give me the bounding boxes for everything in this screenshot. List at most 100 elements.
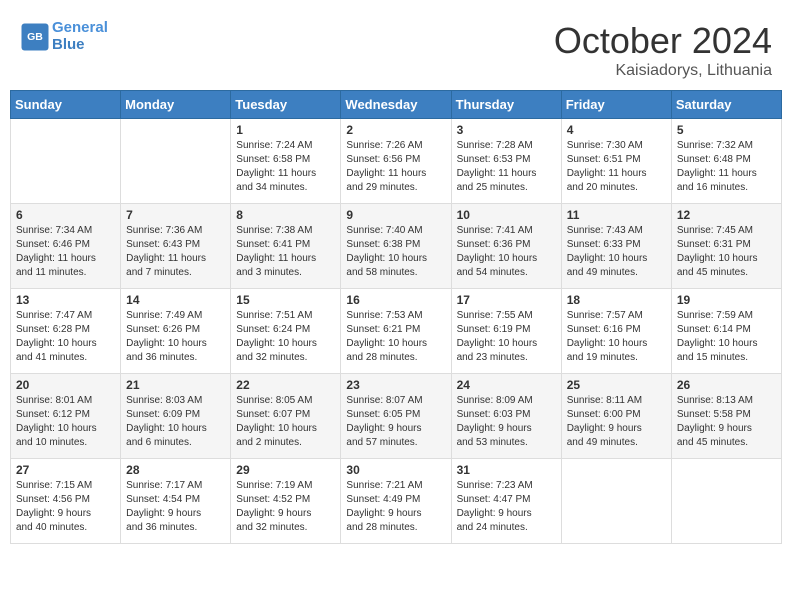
day-content: Sunrise: 7:51 AM Sunset: 6:24 PM Dayligh… [236,309,335,365]
calendar-cell: 7 Sunrise: 7:36 AM Sunset: 6:43 PM Daylig… [121,204,231,289]
day-number: 1 [236,123,335,137]
day-number: 20 [16,378,115,392]
column-header-monday: Monday [121,91,231,119]
day-number: 12 [677,208,776,222]
column-header-sunday: Sunday [11,91,121,119]
day-content: Sunrise: 7:59 AM Sunset: 6:14 PM Dayligh… [677,309,776,365]
day-content: Sunrise: 8:07 AM Sunset: 6:05 PM Dayligh… [346,394,445,450]
calendar-week-row: 1 Sunrise: 7:24 AM Sunset: 6:58 PM Daylig… [11,119,782,204]
calendar-cell: 22 Sunrise: 8:05 AM Sunset: 6:07 PM Dayli… [231,374,341,459]
calendar-cell [671,459,781,544]
day-number: 2 [346,123,445,137]
calendar-cell: 15 Sunrise: 7:51 AM Sunset: 6:24 PM Dayli… [231,289,341,374]
day-number: 7 [126,208,225,222]
day-number: 30 [346,463,445,477]
day-number: 4 [567,123,666,137]
day-content: Sunrise: 7:40 AM Sunset: 6:38 PM Dayligh… [346,224,445,280]
calendar-cell: 23Sunrise: 8:07 AM Sunset: 6:05 PM Dayli… [341,374,451,459]
day-content: Sunrise: 7:32 AM Sunset: 6:48 PM Dayligh… [677,139,776,195]
day-number: 27 [16,463,115,477]
column-header-thursday: Thursday [451,91,561,119]
day-content: Sunrise: 7:19 AM Sunset: 4:52 PM Dayligh… [236,479,335,535]
day-content: Sunrise: 7:34 AM Sunset: 6:46 PM Dayligh… [16,224,115,280]
day-content: Sunrise: 7:41 AM Sunset: 6:36 PM Dayligh… [457,224,556,280]
day-number: 9 [346,208,445,222]
location: Kaisiadorys, Lithuania [554,62,772,80]
logo-line2: Blue [52,37,108,54]
calendar-cell: 5Sunrise: 7:32 AM Sunset: 6:48 PM Daylig… [671,119,781,204]
calendar-cell: 21Sunrise: 8:03 AM Sunset: 6:09 PM Dayli… [121,374,231,459]
column-header-saturday: Saturday [671,91,781,119]
calendar-week-row: 13Sunrise: 7:47 AM Sunset: 6:28 PM Dayli… [11,289,782,374]
day-content: Sunrise: 7:38 AM Sunset: 6:41 PM Dayligh… [236,224,335,280]
day-number: 29 [236,463,335,477]
calendar-cell: 28 Sunrise: 7:17 AM Sunset: 4:54 PM Dayli… [121,459,231,544]
calendar-cell: 8 Sunrise: 7:38 AM Sunset: 6:41 PM Daylig… [231,204,341,289]
calendar-cell: 24 Sunrise: 8:09 AM Sunset: 6:03 PM Dayli… [451,374,561,459]
day-content: Sunrise: 7:24 AM Sunset: 6:58 PM Dayligh… [236,139,335,195]
day-number: 25 [567,378,666,392]
day-content: Sunrise: 8:11 AM Sunset: 6:00 PM Dayligh… [567,394,666,450]
day-content: Sunrise: 7:36 AM Sunset: 6:43 PM Dayligh… [126,224,225,280]
title-area: October 2024 Kaisiadorys, Lithuania [554,20,772,80]
column-header-friday: Friday [561,91,671,119]
calendar-cell: 30Sunrise: 7:21 AM Sunset: 4:49 PM Dayli… [341,459,451,544]
day-number: 16 [346,293,445,307]
day-number: 31 [457,463,556,477]
calendar-cell: 29 Sunrise: 7:19 AM Sunset: 4:52 PM Dayli… [231,459,341,544]
day-number: 24 [457,378,556,392]
calendar-cell: 27Sunrise: 7:15 AM Sunset: 4:56 PM Dayli… [11,459,121,544]
day-number: 17 [457,293,556,307]
day-content: Sunrise: 7:55 AM Sunset: 6:19 PM Dayligh… [457,309,556,365]
day-content: Sunrise: 7:57 AM Sunset: 6:16 PM Dayligh… [567,309,666,365]
calendar-cell: 10 Sunrise: 7:41 AM Sunset: 6:36 PM Dayli… [451,204,561,289]
calendar-cell: 19Sunrise: 7:59 AM Sunset: 6:14 PM Dayli… [671,289,781,374]
calendar-table: SundayMondayTuesdayWednesdayThursdayFrid… [10,90,782,544]
day-number: 6 [16,208,115,222]
day-number: 15 [236,293,335,307]
day-number: 26 [677,378,776,392]
day-number: 21 [126,378,225,392]
calendar-cell: 6 Sunrise: 7:34 AM Sunset: 6:46 PM Daylig… [11,204,121,289]
calendar-cell [11,119,121,204]
column-header-wednesday: Wednesday [341,91,451,119]
calendar-week-row: 6 Sunrise: 7:34 AM Sunset: 6:46 PM Daylig… [11,204,782,289]
logo-line1: General [52,19,108,36]
day-content: Sunrise: 7:49 AM Sunset: 6:26 PM Dayligh… [126,309,225,365]
calendar-cell: 13Sunrise: 7:47 AM Sunset: 6:28 PM Dayli… [11,289,121,374]
svg-text:GB: GB [27,31,43,43]
calendar-cell: 12Sunrise: 7:45 AM Sunset: 6:31 PM Dayli… [671,204,781,289]
day-number: 13 [16,293,115,307]
calendar-cell: 26Sunrise: 8:13 AM Sunset: 5:58 PM Dayli… [671,374,781,459]
day-number: 28 [126,463,225,477]
day-number: 18 [567,293,666,307]
calendar-cell: 2Sunrise: 7:26 AM Sunset: 6:56 PM Daylig… [341,119,451,204]
calendar-cell: 4 Sunrise: 7:30 AM Sunset: 6:51 PM Daylig… [561,119,671,204]
day-content: Sunrise: 7:28 AM Sunset: 6:53 PM Dayligh… [457,139,556,195]
day-content: Sunrise: 7:23 AM Sunset: 4:47 PM Dayligh… [457,479,556,535]
calendar-cell: 25 Sunrise: 8:11 AM Sunset: 6:00 PM Dayli… [561,374,671,459]
day-number: 11 [567,208,666,222]
day-number: 14 [126,293,225,307]
day-content: Sunrise: 7:30 AM Sunset: 6:51 PM Dayligh… [567,139,666,195]
calendar-cell: 20Sunrise: 8:01 AM Sunset: 6:12 PM Dayli… [11,374,121,459]
column-header-tuesday: Tuesday [231,91,341,119]
calendar-cell: 9 Sunrise: 7:40 AM Sunset: 6:38 PM Daylig… [341,204,451,289]
logo: GB General Blue [20,20,108,53]
day-content: Sunrise: 8:09 AM Sunset: 6:03 PM Dayligh… [457,394,556,450]
calendar-header-row: SundayMondayTuesdayWednesdayThursdayFrid… [11,91,782,119]
calendar-week-row: 27Sunrise: 7:15 AM Sunset: 4:56 PM Dayli… [11,459,782,544]
day-content: Sunrise: 7:17 AM Sunset: 4:54 PM Dayligh… [126,479,225,535]
day-number: 8 [236,208,335,222]
calendar-cell: 1 Sunrise: 7:24 AM Sunset: 6:58 PM Daylig… [231,119,341,204]
calendar-cell: 18 Sunrise: 7:57 AM Sunset: 6:16 PM Dayli… [561,289,671,374]
day-number: 3 [457,123,556,137]
calendar-cell: 16Sunrise: 7:53 AM Sunset: 6:21 PM Dayli… [341,289,451,374]
day-number: 22 [236,378,335,392]
calendar-cell: 11 Sunrise: 7:43 AM Sunset: 6:33 PM Dayli… [561,204,671,289]
calendar-cell: 14 Sunrise: 7:49 AM Sunset: 6:26 PM Dayli… [121,289,231,374]
page-header: GB General Blue October 2024 Kaisiadorys… [10,10,782,85]
day-number: 10 [457,208,556,222]
day-content: Sunrise: 7:43 AM Sunset: 6:33 PM Dayligh… [567,224,666,280]
day-content: Sunrise: 8:05 AM Sunset: 6:07 PM Dayligh… [236,394,335,450]
